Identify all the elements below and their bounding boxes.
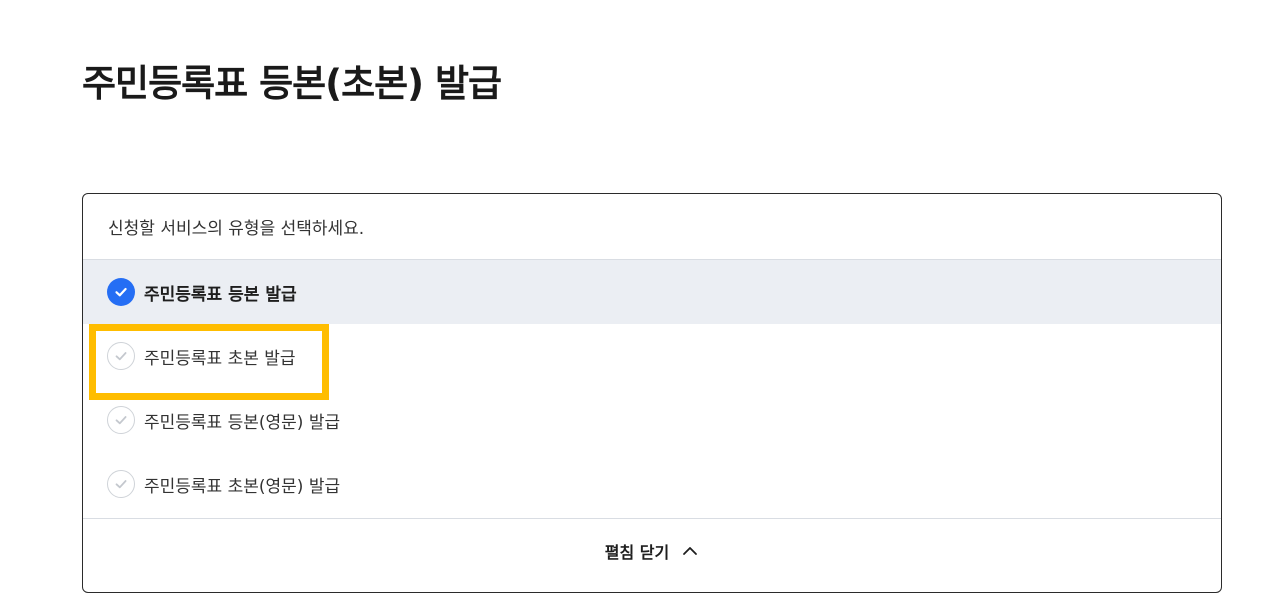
panel-prompt: 신청할 서비스의 유형을 선택하세요.	[83, 194, 1221, 260]
service-type-panel: 신청할 서비스의 유형을 선택하세요. 주민등록표 등본 발급 주민등록표 초본…	[82, 193, 1222, 593]
collapse-toggle-label: 펼침 닫기	[604, 542, 670, 562]
check-circle-icon	[107, 470, 135, 498]
collapse-toggle-button[interactable]: 펼침 닫기	[83, 518, 1221, 582]
option-label: 주민등록표 초본(영문) 발급	[144, 476, 341, 497]
option-label: 주민등록표 초본 발급	[144, 348, 296, 369]
check-circle-icon	[107, 278, 135, 306]
chevron-up-icon	[683, 546, 698, 555]
option-label: 주민등록표 등본(영문) 발급	[144, 412, 341, 433]
option-resident-copy[interactable]: 주민등록표 등본 발급	[83, 260, 1221, 324]
option-label: 주민등록표 등본 발급	[144, 284, 297, 305]
option-resident-abstract-english[interactable]: 주민등록표 초본(영문) 발급	[83, 452, 1221, 516]
option-resident-abstract[interactable]: 주민등록표 초본 발급	[83, 324, 1221, 400]
check-circle-icon	[107, 406, 135, 434]
option-resident-copy-english[interactable]: 주민등록표 등본(영문) 발급	[83, 388, 1221, 452]
check-circle-icon	[107, 342, 135, 370]
page-title: 주민등록표 등본(초본) 발급	[82, 62, 502, 105]
